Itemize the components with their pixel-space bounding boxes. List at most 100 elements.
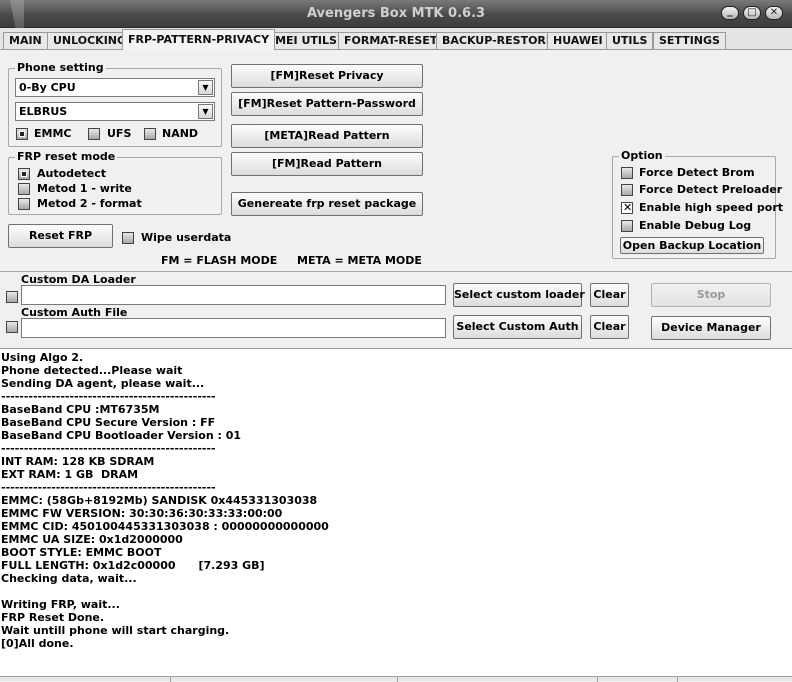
- chevron-down-icon: ▼: [198, 80, 213, 95]
- chevron-down-icon: ▼: [198, 104, 213, 119]
- tab-backup-restore[interactable]: BACKUP-RESTORE: [436, 32, 560, 49]
- ufs-radio[interactable]: [88, 128, 100, 140]
- metod2-label: Metod 2 - format: [37, 197, 142, 210]
- metod2-radio[interactable]: [18, 198, 30, 210]
- select-custom-auth-button[interactable]: Select Custom Auth: [453, 315, 582, 339]
- ufs-label: UFS: [107, 127, 132, 140]
- metod1-radio[interactable]: [18, 183, 30, 195]
- tab-frp-pattern-privacy[interactable]: FRP-PATTERN-PRIVACY: [122, 29, 276, 50]
- option-group: Option Force Detect Brom Force Detect Pr…: [612, 149, 783, 259]
- enable-debug-log-checkbox[interactable]: [621, 220, 633, 232]
- wipe-userdata-label: Wipe userdata: [141, 231, 232, 244]
- custom-da-loader-checkbox[interactable]: [6, 291, 18, 303]
- enable-high-speed-port-checkbox[interactable]: [621, 201, 633, 214]
- status-separator: [597, 677, 598, 682]
- fm-reset-privacy-button[interactable]: [FM]Reset Privacy: [231, 64, 423, 88]
- frp-panel: Phone setting 0-By CPU ▼ ELBRUS ▼ EMMC U…: [0, 49, 792, 349]
- device-manager-button[interactable]: Device Manager: [651, 316, 771, 340]
- custom-auth-file-checkbox[interactable]: [6, 321, 18, 333]
- custom-auth-file-input[interactable]: [21, 318, 446, 338]
- force-detect-preloader-checkbox[interactable]: [621, 184, 633, 196]
- log-line: BaseBand CPU Bootloader Version : 01: [1, 429, 242, 442]
- status-bar: [0, 676, 792, 682]
- metod1-label: Metod 1 - write: [37, 182, 132, 195]
- window-title: Avengers Box MTK 0.6.3: [306, 6, 486, 21]
- autodetect-radio[interactable]: [18, 168, 30, 180]
- open-backup-location-button[interactable]: Open Backup Location: [620, 237, 764, 254]
- log-line: Using Algo 2.: [1, 351, 84, 364]
- log-line: BOOT STYLE: EMMC BOOT: [1, 546, 162, 559]
- log-line: ----------------------------------------…: [1, 481, 216, 494]
- fm-reset-pattern-password-button[interactable]: [FM]Reset Pattern-Password: [231, 92, 423, 116]
- close-button[interactable]: ✕: [765, 6, 783, 20]
- tab-unlocking[interactable]: UNLOCKING: [47, 32, 133, 49]
- log-output[interactable]: Using Algo 2. Phone detected...Please wai…: [0, 349, 792, 676]
- cpu-select[interactable]: 0-By CPU ▼: [15, 78, 215, 97]
- tab-format-reset[interactable]: FORMAT-RESET: [338, 32, 444, 49]
- custom-da-loader-input[interactable]: [21, 285, 446, 305]
- wipe-userdata-checkbox[interactable]: [122, 232, 134, 244]
- nand-label: NAND: [162, 127, 199, 140]
- enable-high-speed-port-label: Enable high speed port: [639, 201, 783, 214]
- tab-utils[interactable]: UTILS: [606, 32, 654, 49]
- minimize-button[interactable]: _: [721, 4, 739, 20]
- tab-settings[interactable]: SETTINGS: [653, 32, 726, 49]
- log-line: FULL LENGTH: 0x1d2c00000 [7.293 GB]: [1, 559, 265, 572]
- log-line: EMMC UA SIZE: 0x1d2000000: [1, 533, 183, 546]
- fm-mode-legend: FM = FLASH MODE: [161, 254, 278, 267]
- status-separator: [677, 677, 678, 682]
- emmc-radio[interactable]: [16, 128, 28, 140]
- fm-read-pattern-button[interactable]: [FM]Read Pattern: [231, 152, 423, 176]
- log-line: ----------------------------------------…: [1, 390, 216, 403]
- tab-huawei[interactable]: HUAWEI: [547, 32, 609, 49]
- minimize-icon: _: [727, 4, 733, 17]
- log-line: Checking data, wait...: [1, 572, 137, 585]
- nand-radio[interactable]: [144, 128, 156, 140]
- meta-read-pattern-button[interactable]: [META]Read Pattern: [231, 124, 423, 148]
- log-line: Wait untill phone will start charging.: [1, 624, 230, 637]
- emmc-label: EMMC: [34, 127, 72, 140]
- reset-frp-button[interactable]: Reset FRP: [8, 224, 113, 248]
- option-legend: Option: [619, 149, 665, 162]
- log-line: BaseBand CPU :MT6735M: [1, 403, 160, 416]
- autodetect-label: Autodetect: [37, 167, 106, 180]
- restore-icon: □: [747, 7, 757, 18]
- status-separator: [397, 677, 398, 682]
- phone-setting-group: Phone setting 0-By CPU ▼ ELBRUS ▼ EMMC U…: [8, 61, 222, 147]
- force-detect-brom-label: Force Detect Brom: [639, 166, 755, 179]
- close-icon: ✕: [769, 7, 779, 18]
- enable-debug-log-label: Enable Debug Log: [639, 219, 752, 232]
- generate-frp-package-button[interactable]: Genereate frp reset package: [231, 192, 423, 216]
- log-line: ----------------------------------------…: [1, 442, 216, 455]
- model-select-value: ELBRUS: [19, 105, 68, 118]
- log-line: [0]All done.: [1, 637, 74, 650]
- model-select[interactable]: ELBRUS ▼: [15, 102, 215, 121]
- title-bar[interactable]: Avengers Box MTK 0.6.3 _ □ ✕: [0, 0, 792, 28]
- frp-reset-mode-group: FRP reset mode Autodetect Metod 1 - writ…: [8, 150, 222, 215]
- log-line: INT RAM: 128 KB SDRAM: [1, 455, 155, 468]
- clear-da-button[interactable]: Clear: [590, 283, 629, 307]
- restore-button[interactable]: □: [743, 6, 761, 20]
- force-detect-brom-checkbox[interactable]: [621, 167, 633, 179]
- force-detect-preloader-label: Force Detect Preloader: [639, 183, 783, 196]
- log-line: EMMC FW VERSION: 30:30:36:30:33:33:00:00: [1, 507, 283, 520]
- log-line: Writing FRP, wait...: [1, 598, 120, 611]
- log-line: EMMC: (58Gb+8192Mb) SANDISK 0x4453313030…: [1, 494, 318, 507]
- select-custom-loader-button[interactable]: Select custom loader: [453, 283, 585, 307]
- phone-setting-legend: Phone setting: [15, 61, 106, 74]
- log-line: Sending DA agent, please wait...: [1, 377, 205, 390]
- status-separator: [170, 677, 171, 682]
- stop-button[interactable]: Stop: [651, 283, 771, 307]
- section-divider: [0, 271, 792, 272]
- frp-reset-mode-legend: FRP reset mode: [15, 150, 118, 163]
- log-line: EMMC CID: 450100445331303038 : 000000000…: [1, 520, 329, 533]
- clear-auth-button[interactable]: Clear: [590, 315, 629, 339]
- log-line: Phone detected...Please wait: [1, 364, 183, 377]
- tab-imei-utils[interactable]: IMEI UTILS: [265, 32, 343, 49]
- tab-main[interactable]: MAIN: [3, 32, 48, 49]
- meta-mode-legend: META = META MODE: [297, 254, 422, 267]
- log-line: EXT RAM: 1 GB DRAM: [1, 468, 139, 481]
- tab-strip: MAIN UNLOCKING FRP-PATTERN-PRIVACY IMEI …: [0, 28, 792, 50]
- log-line: BaseBand CPU Secure Version : FF: [1, 416, 216, 429]
